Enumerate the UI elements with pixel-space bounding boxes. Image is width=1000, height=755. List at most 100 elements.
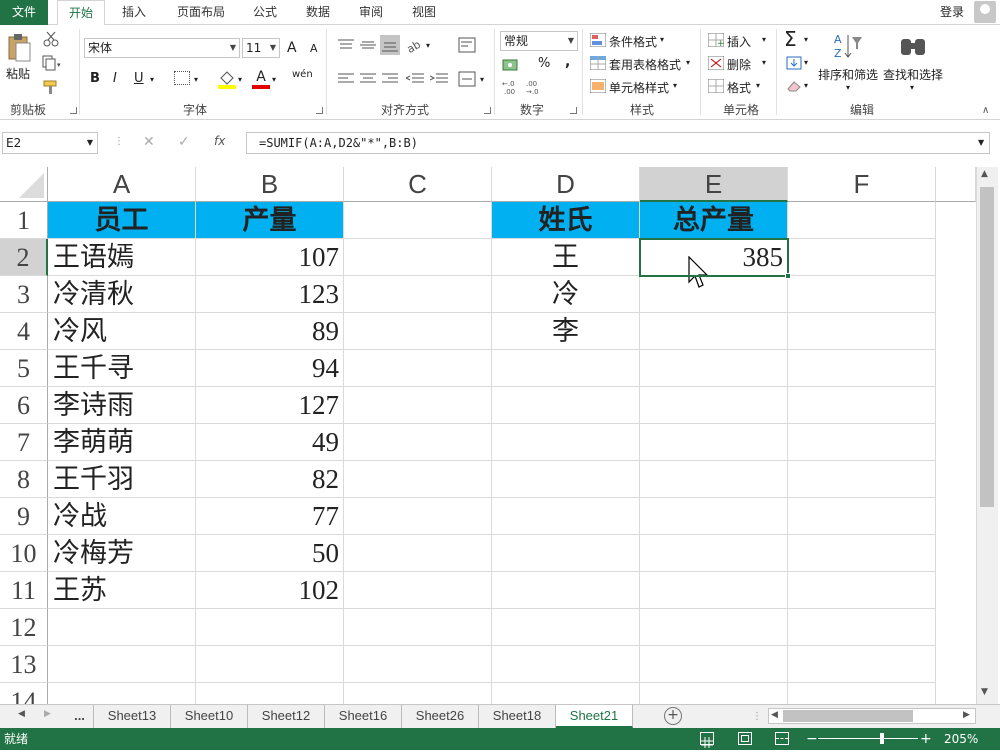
cell-b2[interactable]: 107: [196, 239, 344, 276]
sheet-tab[interactable]: Sheet13: [94, 705, 171, 728]
copy-icon[interactable]: ▾: [42, 55, 64, 71]
italic-button[interactable]: I: [113, 71, 117, 86]
tab-review[interactable]: 审阅: [351, 0, 391, 25]
chevron-down-icon[interactable]: ▾: [673, 81, 677, 90]
chevron-down-icon[interactable]: ▾: [804, 58, 808, 67]
cell-d5[interactable]: [492, 350, 640, 387]
column-header-e[interactable]: E: [640, 167, 788, 202]
tab-home[interactable]: 开始: [57, 0, 105, 26]
cell-d10[interactable]: [492, 535, 640, 572]
cell-e3[interactable]: [640, 276, 788, 313]
select-all-corner[interactable]: [0, 167, 48, 202]
cell-a4[interactable]: 冷风: [48, 313, 196, 350]
indent-icon[interactable]: [404, 73, 424, 85]
cell-c8[interactable]: [344, 461, 492, 498]
cell-a14[interactable]: [48, 683, 196, 704]
page-layout-view-icon[interactable]: [738, 732, 752, 745]
cell-b3[interactable]: 123: [196, 276, 344, 313]
cell-b1[interactable]: 产量: [196, 202, 344, 239]
cell-c7[interactable]: [344, 424, 492, 461]
align-center-icon[interactable]: [360, 73, 376, 85]
sheet-tab[interactable]: Sheet12: [248, 705, 325, 728]
scroll-down-icon[interactable]: ▼: [981, 687, 988, 697]
cell-f1[interactable]: [788, 202, 936, 239]
cell-c5[interactable]: [344, 350, 492, 387]
row-header[interactable]: 9: [0, 498, 48, 535]
conditional-format-button[interactable]: 条件格式: [609, 33, 657, 50]
bold-button[interactable]: B: [90, 71, 100, 86]
scroll-left-icon[interactable]: ◀: [771, 710, 778, 720]
sheet-tab-active[interactable]: Sheet21: [556, 705, 633, 728]
fill-handle[interactable]: [785, 273, 791, 279]
cell-f13[interactable]: [788, 646, 936, 683]
insert-cells-button[interactable]: 插入: [727, 33, 751, 50]
cell-a5[interactable]: 王千寻: [48, 350, 196, 387]
cell-b6[interactable]: 127: [196, 387, 344, 424]
chevron-down-icon[interactable]: ▾: [804, 81, 808, 90]
cell-a11[interactable]: 王苏: [48, 572, 196, 609]
chevron-down-icon[interactable]: ▾: [756, 81, 760, 90]
cell-b11[interactable]: 102: [196, 572, 344, 609]
orientation-icon[interactable]: ab: [405, 37, 424, 56]
format-as-table-icon[interactable]: [589, 55, 607, 71]
cell-c10[interactable]: [344, 535, 492, 572]
zoom-in-button[interactable]: +: [920, 728, 932, 750]
scroll-right-icon[interactable]: ▶: [963, 710, 970, 720]
cell-d2[interactable]: 王: [492, 239, 640, 276]
column-header-d[interactable]: D: [492, 167, 640, 202]
row-header[interactable]: 12: [0, 609, 48, 646]
cell-e9[interactable]: [640, 498, 788, 535]
cell-styles-icon[interactable]: [589, 78, 607, 94]
cell-c6[interactable]: [344, 387, 492, 424]
row-header[interactable]: 11: [0, 572, 48, 609]
underline-button[interactable]: U: [134, 71, 144, 86]
font-color-icon[interactable]: A: [252, 69, 270, 89]
sheet-tab[interactable]: Sheet18: [479, 705, 556, 728]
row-header[interactable]: 5: [0, 350, 48, 387]
column-header-g[interactable]: [936, 167, 976, 202]
cell-e14[interactable]: [640, 683, 788, 704]
sort-filter-icon[interactable]: AZ: [832, 31, 864, 61]
sheet-tab[interactable]: Sheet10: [171, 705, 248, 728]
cell-a3[interactable]: 冷清秋: [48, 276, 196, 313]
cell-e5[interactable]: [640, 350, 788, 387]
cell-f14[interactable]: [788, 683, 936, 704]
row-header[interactable]: 1: [0, 202, 48, 239]
cell-a13[interactable]: [48, 646, 196, 683]
format-as-table-button[interactable]: 套用表格格式: [609, 56, 681, 73]
conditional-format-icon[interactable]: [589, 32, 607, 48]
chevron-down-icon[interactable]: ▾: [910, 83, 914, 92]
shrink-font-button[interactable]: A: [310, 42, 318, 55]
add-sheet-button[interactable]: +: [664, 707, 682, 725]
alignment-launcher-icon[interactable]: [484, 107, 491, 114]
cell-a9[interactable]: 冷战: [48, 498, 196, 535]
font-size-combo[interactable]: 11 ▼: [242, 38, 280, 58]
phonetic-guide-button[interactable]: wén: [292, 69, 313, 80]
tab-formulas[interactable]: 公式: [245, 0, 285, 25]
chevron-down-icon[interactable]: ▾: [150, 75, 154, 84]
cell-b7[interactable]: 49: [196, 424, 344, 461]
login-link[interactable]: 登录: [940, 0, 964, 25]
scrollbar-thumb[interactable]: [980, 187, 994, 507]
align-bottom-icon[interactable]: [380, 35, 400, 55]
autosum-button[interactable]: Σ: [784, 27, 797, 51]
row-header[interactable]: 8: [0, 461, 48, 498]
tab-page-layout[interactable]: 页面布局: [170, 0, 232, 25]
horizontal-scrollbar[interactable]: ◀ ▶: [768, 708, 976, 724]
chevron-down-icon[interactable]: ▼: [978, 138, 984, 147]
cell-a1[interactable]: 员工: [48, 202, 196, 239]
format-painter-icon[interactable]: [42, 79, 60, 95]
chevron-down-icon[interactable]: ▾: [426, 41, 430, 50]
cell-c3[interactable]: [344, 276, 492, 313]
cell-f6[interactable]: [788, 387, 936, 424]
cell-e4[interactable]: [640, 313, 788, 350]
chevron-down-icon[interactable]: ▾: [846, 83, 850, 92]
worksheet-grid[interactable]: A B C D E F 1 2 3 4 5 6 7 8 9 10 11 12 1…: [0, 167, 976, 704]
cell-c12[interactable]: [344, 609, 492, 646]
align-middle-icon[interactable]: [360, 39, 376, 51]
cell-e11[interactable]: [640, 572, 788, 609]
cell-a12[interactable]: [48, 609, 196, 646]
cell-c4[interactable]: [344, 313, 492, 350]
cell-b12[interactable]: [196, 609, 344, 646]
cell-c13[interactable]: [344, 646, 492, 683]
